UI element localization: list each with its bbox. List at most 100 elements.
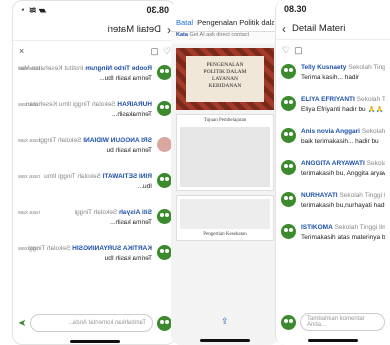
comment-body: rasa xaw RINI SETIAWATI Sekolah Tinggi Il…: [18, 173, 152, 191]
commenter-institution: Institut Kesehatan Mer: [18, 65, 84, 72]
heart-icon[interactable]: ♡: [163, 46, 171, 57]
comment-text: baik terimakasih... hadir bu: [301, 138, 379, 145]
commenter-name[interactable]: HURAIRAH: [117, 101, 152, 108]
comment-text: Terimakasih atas materinya bu 🙏: [301, 234, 385, 241]
comment-body: rasa xaw Siti Aisyah Sekolah Tinggi Terima…: [18, 209, 152, 227]
comment-text: Terima kasih Ibu: [104, 255, 152, 262]
commenter-institution: Sekolah Tinggi Ilmu Kesehatan Medistra I…: [334, 224, 385, 231]
comment-body: rasa xaw SRI ANGGUN WIDIANI Sekolah Tingg…: [18, 137, 152, 155]
commenter-name[interactable]: ISTIKOMA: [301, 224, 333, 231]
comment-item: Telly Kusnaety Sekolah Tinggi Ilmu Keseh…: [276, 60, 390, 86]
comment-body: Telly Kusnaety Sekolah Tinggi Ilmu Keseh…: [301, 64, 385, 82]
doc-slide-2: Pengertian Kesehatan: [176, 195, 274, 241]
middle-phone-screen: Batal Pengenalan Politik dalam Kata Get …: [171, 0, 279, 345]
commenter-institution: Sekolah Tinggi Ilmu Kesehatan Medistra I…: [348, 64, 385, 71]
right-comment-icon[interactable]: ▢: [294, 45, 303, 56]
commenter-name[interactable]: Telly Kusnaety: [301, 64, 346, 71]
close-icon[interactable]: ×: [19, 46, 24, 56]
commenter-institution: Sekolah Tinggi Ilmu: [44, 173, 101, 180]
screenshot-collage: 08.30 ▰ ≋ ◔ ‹ Detail Materi ♡ ▢ × rasa x…: [0, 0, 390, 345]
cover-line: KEBIDANAN: [208, 83, 242, 89]
commenter-name[interactable]: ANGGITA ARYAWATI: [301, 160, 365, 167]
cancel-button[interactable]: Batal: [176, 18, 193, 27]
left-phone-screen: 08.30 ▰ ≋ ◔ ‹ Detail Materi ♡ ▢ × rasa x…: [12, 0, 176, 345]
comment-icon[interactable]: ▢: [150, 46, 159, 57]
right-comment-list: Telly Kusnaety Sekolah Tinggi Ilmu Keseh…: [276, 60, 390, 246]
comment-body: rasa xaw Roobe Tirbo Ningrum Institut Kes…: [18, 65, 152, 83]
comment-text: Eliya Efriyanti hadir bu 🙏🙏: [301, 106, 384, 113]
doc-toolbar: Batal Pengenalan Politik dalam: [171, 14, 279, 32]
right-home-indicator: [308, 339, 358, 342]
comment-body: NURHAYATI Sekolah Tinggi Ilmu Kesehatan …: [301, 192, 385, 210]
commenter-line: ANGGITA ARYAWATI Sekolah Tinggi Ilmu Kes…: [301, 160, 385, 168]
share-icon[interactable]: ⇪: [221, 316, 229, 327]
left-time: 08.30: [146, 5, 169, 15]
commenter-name[interactable]: Siti Aisyah: [119, 209, 152, 216]
commenter-line: Telly Kusnaety Sekolah Tinggi Ilmu Keseh…: [301, 64, 385, 72]
right-heart-icon[interactable]: ♡: [282, 45, 290, 56]
left-comment-input[interactable]: Tambahkan komentar Anda...: [30, 314, 153, 332]
commenter-avatar: [157, 245, 172, 260]
comment-body: ELIYA EFRIYANTI Sekolah Tinggi Ilmu Kese…: [301, 96, 385, 114]
commenter-line: rasa xaw SRI ANGGUN WIDIANI Sekolah Tingg…: [18, 137, 152, 145]
commenter-name[interactable]: NURHAYATI: [301, 192, 338, 199]
left-comment-list: rasa xaw Roobe Tirbo Ningrum Institut Kes…: [13, 61, 175, 267]
comment-text: Terima kasih... hadir: [301, 74, 360, 81]
commenter-institution: Sekolah Tinggi Ilmu Kesehatan Medistra I…: [361, 128, 385, 135]
home-indicator: [70, 340, 120, 343]
commenter-avatar: [281, 160, 296, 175]
comment-time: rasa xaw: [18, 138, 41, 144]
comment-text: terimakasih bu, Anggita aryawati: [301, 170, 385, 177]
commenter-line: NURHAYATI Sekolah Tinggi Ilmu Kesehatan …: [301, 192, 385, 200]
commenter-institution: Sekolah Tinggi Ilmu Kesehatan Medistra I…: [339, 192, 385, 199]
commenter-avatar: [157, 101, 172, 116]
commenter-line: rasa xaw RINI SETIAWATI Sekolah Tinggi Il…: [18, 173, 152, 181]
doc-cover-slide: PENGENALAN POLITIK DALAM LAYANAN KEBIDANAN: [176, 48, 274, 110]
commenter-name[interactable]: Roobe Tirbo Ningrum: [85, 65, 152, 72]
commenter-name[interactable]: SRI ANGGUN WIDIANI: [83, 137, 152, 144]
commenter-avatar: [281, 224, 296, 239]
commenter-name[interactable]: KARTIKA SURYANINGSIH: [72, 245, 152, 252]
commenter-line: Anis novia Anggari Sekolah Tinggi Ilmu K…: [301, 128, 385, 136]
slide1-content: [180, 127, 270, 187]
comment-item: ANGGITA ARYAWATI Sekolah Tinggi Ilmu Kes…: [276, 156, 390, 182]
comment-item: rasa xaw RINI SETIAWATI Sekolah Tinggi Il…: [13, 169, 175, 195]
commenter-institution: Sekolah Tinggi Ilmu Kesehatan Medistra I…: [366, 160, 385, 167]
slide2-title: Pengertian Kesehatan: [203, 232, 247, 237]
commenter-line: rasa xaw KARTIKA SURYANINGSIH Sekolah Tin…: [18, 245, 152, 253]
comment-item: NURHAYATI Sekolah Tinggi Ilmu Kesehatan …: [276, 188, 390, 214]
left-header: ‹ Detail Materi: [13, 19, 175, 41]
left-page-title: Detail Materi: [107, 24, 161, 35]
commenter-name[interactable]: ELIYA EFRIYANTI: [301, 96, 355, 103]
commenter-avatar: [281, 128, 296, 143]
commenter-name[interactable]: Anis novia Anggari: [301, 128, 360, 135]
left-input-bar: Tambahkan komentar Anda... ➤: [13, 310, 175, 336]
right-input-bar: Tambahkan komentar Anda...: [276, 309, 390, 335]
right-comment-input[interactable]: Tambahkan komentar Anda...: [300, 313, 385, 331]
cover-line: POLITIK DALAM: [203, 69, 247, 75]
doc-slide-1: Tujuan Pembelajaran: [176, 114, 274, 191]
comment-body: Anis novia Anggari Sekolah Tinggi Ilmu K…: [301, 128, 385, 146]
commenter-line: rasa xaw HURAIRAH Sekolah Tinggi Ilmu Kes…: [18, 101, 152, 109]
comment-item: rasa xaw KARTIKA SURYANINGSIH Sekolah Tin…: [13, 241, 175, 267]
slide1-title: Tujuan Pembelajaran: [203, 118, 247, 123]
commenter-avatar: [157, 173, 172, 188]
commenter-institution: Sekolah Tinggi: [74, 209, 118, 216]
slide2-content: [180, 199, 270, 229]
comment-time: rasa xaw: [18, 174, 41, 180]
comment-text: Terimakasih...: [111, 111, 152, 118]
right-back-arrow-icon[interactable]: ‹: [282, 22, 286, 36]
commenter-avatar: [157, 209, 172, 224]
right-phone-screen: 08.30 ‹ Detail Materi ♡ ▢ Telly Kusnaety…: [275, 0, 390, 345]
commenter-line: ISTIKOMA Sekolah Tinggi Ilmu Kesehatan M…: [301, 224, 385, 232]
comment-text: terimakasih bu,nurhayati hadir: [301, 202, 385, 209]
comment-body: ISTIKOMA Sekolah Tinggi Ilmu Kesehatan M…: [301, 224, 385, 242]
doc-link-text[interactable]: Get AI ask direct contact: [189, 32, 249, 38]
comment-item: rasa xaw HURAIRAH Sekolah Tinggi Ilmu Kes…: [13, 97, 175, 123]
right-page-title: Detail Materi: [292, 23, 346, 34]
send-icon[interactable]: ➤: [18, 318, 26, 329]
comment-body: ANGGITA ARYAWATI Sekolah Tinggi Ilmu Kes…: [301, 160, 385, 178]
commenter-name[interactable]: RINI SETIAWATI: [103, 173, 152, 180]
middle-home-indicator: [200, 339, 250, 342]
right-header: ‹ Detail Materi: [276, 18, 390, 40]
